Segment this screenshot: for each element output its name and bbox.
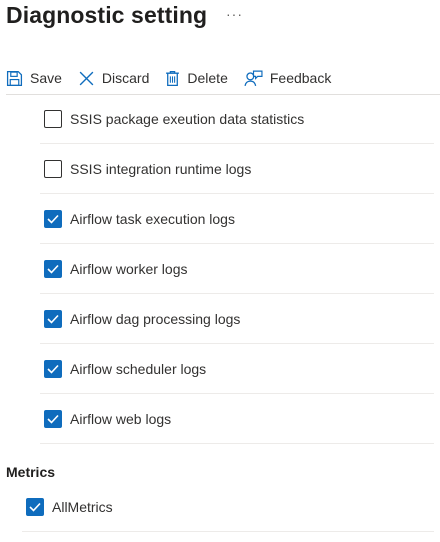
checkbox[interactable] <box>44 259 62 278</box>
checkbox-label: Airflow scheduler logs <box>70 360 207 377</box>
log-item-ssis-runtime[interactable]: SSIS integration runtime logs <box>40 144 434 194</box>
save-label: Save <box>30 70 62 86</box>
metric-item-allmetrics[interactable]: AllMetrics <box>22 482 434 532</box>
checkbox-label: Airflow dag processing logs <box>70 310 241 327</box>
log-category-list: SSIS package exeution data statistics SS… <box>40 94 434 444</box>
checkbox-label: Airflow worker logs <box>70 260 188 277</box>
checkmark-icon <box>47 214 59 224</box>
metrics-section-title: Metrics <box>6 464 56 480</box>
log-item-airflow-web[interactable]: Airflow web logs <box>40 394 434 444</box>
log-item-airflow-scheduler[interactable]: Airflow scheduler logs <box>40 344 434 394</box>
trash-icon <box>166 70 180 86</box>
save-button[interactable]: Save <box>6 64 62 92</box>
checkbox-label: AllMetrics <box>52 498 113 515</box>
log-item-airflow-worker[interactable]: Airflow worker logs <box>40 244 434 294</box>
checkbox[interactable] <box>44 159 62 178</box>
feedback-button[interactable]: Feedback <box>244 64 331 92</box>
log-item-airflow-task[interactable]: Airflow task execution logs <box>40 194 434 244</box>
checkmark-icon <box>29 502 41 512</box>
more-options-icon[interactable]: ··· <box>226 6 243 22</box>
checkbox[interactable] <box>26 497 44 516</box>
checkbox[interactable] <box>44 109 62 128</box>
checkbox-label: Airflow task execution logs <box>70 210 235 227</box>
checkmark-icon <box>47 314 59 324</box>
checkbox[interactable] <box>44 409 62 428</box>
checkmark-icon <box>47 414 59 424</box>
checkbox[interactable] <box>44 209 62 228</box>
log-item-ssis-package-stats[interactable]: SSIS package exeution data statistics <box>40 94 434 144</box>
checkbox-label: Airflow web logs <box>70 410 172 427</box>
checkbox-label: SSIS package exeution data statistics <box>70 110 305 127</box>
checkmark-icon <box>47 264 59 274</box>
discard-label: Discard <box>101 70 150 86</box>
close-icon <box>79 71 94 85</box>
checkbox[interactable] <box>44 309 62 328</box>
feedback-label: Feedback <box>269 70 332 86</box>
page-title: Diagnostic setting <box>6 2 208 28</box>
save-icon <box>6 70 23 86</box>
command-bar: Save Discard Delete Feedback <box>6 64 347 92</box>
checkmark-icon <box>47 364 59 374</box>
checkbox-label: SSIS integration runtime logs <box>70 160 252 177</box>
discard-button[interactable]: Discard <box>78 64 149 92</box>
delete-label: Delete <box>187 70 228 86</box>
checkbox[interactable] <box>44 359 62 378</box>
delete-button[interactable]: Delete <box>165 64 228 92</box>
log-item-airflow-dag[interactable]: Airflow dag processing logs <box>40 294 434 344</box>
feedback-person-icon <box>244 70 263 86</box>
